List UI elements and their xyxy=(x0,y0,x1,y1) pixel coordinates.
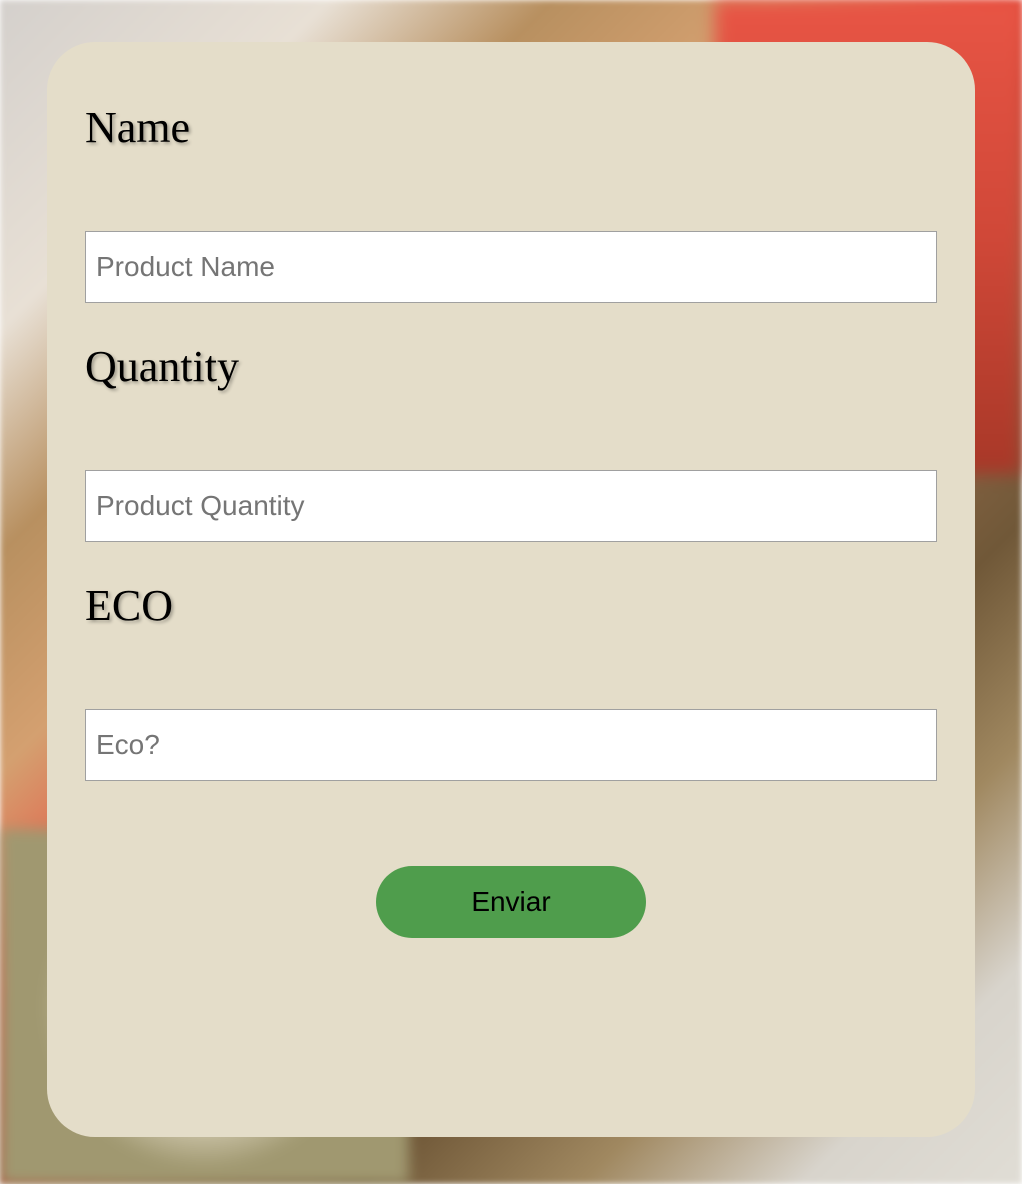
eco-field-group: ECO xyxy=(85,580,937,781)
eco-input[interactable] xyxy=(85,709,937,781)
submit-button[interactable]: Enviar xyxy=(376,866,646,938)
name-label: Name xyxy=(85,102,937,153)
quantity-field-group: Quantity xyxy=(85,341,937,542)
eco-label: ECO xyxy=(85,580,937,631)
product-form-card: Name Quantity ECO Enviar xyxy=(47,42,975,1137)
submit-container: Enviar xyxy=(85,866,937,938)
quantity-label: Quantity xyxy=(85,341,937,392)
product-name-input[interactable] xyxy=(85,231,937,303)
name-field-group: Name xyxy=(85,102,937,303)
product-quantity-input[interactable] xyxy=(85,470,937,542)
